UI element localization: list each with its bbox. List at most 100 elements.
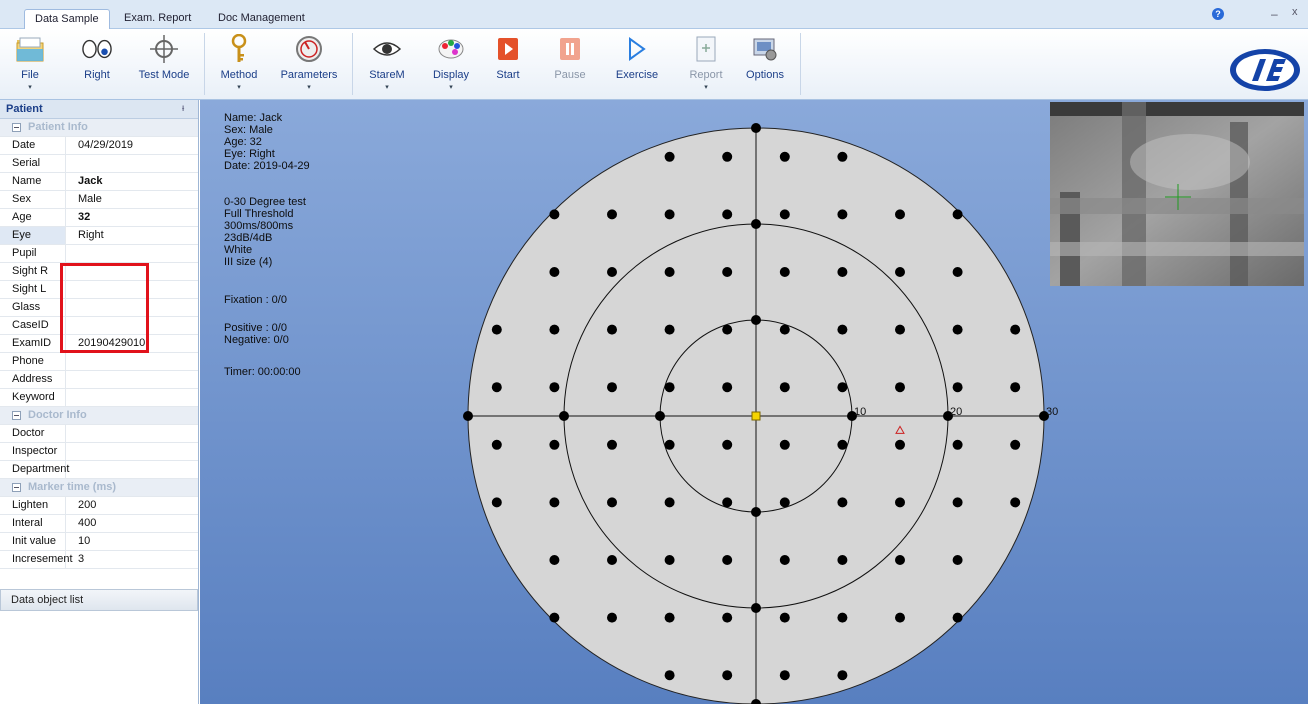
- test-point: [722, 439, 733, 450]
- test-point: [1010, 382, 1021, 393]
- palette-icon: [436, 34, 466, 64]
- row-incresement[interactable]: Incresement 3: [0, 551, 198, 569]
- tab-exam-report[interactable]: Exam. Report: [114, 9, 201, 28]
- test-point: [895, 439, 905, 450]
- test-point: [607, 382, 617, 393]
- category-marker-time[interactable]: Marker time (ms): [0, 479, 198, 497]
- collapse-icon[interactable]: [12, 483, 21, 492]
- row-age[interactable]: Age 32: [0, 209, 198, 227]
- test-point: [722, 497, 733, 508]
- row-lighten[interactable]: Lighten 200: [0, 497, 198, 515]
- starem-button[interactable]: StareM ▾: [362, 29, 412, 99]
- axis-point: [655, 411, 665, 421]
- folder-icon: [15, 34, 45, 64]
- pin-icon[interactable]: ᵻ: [182, 103, 184, 114]
- tab-doc-management[interactable]: Doc Management: [208, 9, 315, 28]
- row-pupil[interactable]: Pupil: [0, 245, 198, 263]
- test-point: [722, 612, 733, 623]
- eyes-icon: [82, 34, 112, 64]
- pause-button[interactable]: Pause: [548, 29, 592, 99]
- right-eye-button[interactable]: Right: [74, 29, 120, 99]
- test-point: [779, 151, 790, 162]
- highlight-box: [60, 263, 149, 353]
- test-point: [549, 382, 560, 393]
- eye-camera-view: [1050, 102, 1304, 286]
- test-mode-button[interactable]: Test Mode: [134, 29, 194, 99]
- axis-point: [751, 603, 761, 613]
- test-point: [895, 209, 905, 220]
- test-point: [722, 267, 733, 277]
- test-point: [837, 267, 848, 277]
- row-inspector[interactable]: Inspector: [0, 443, 198, 461]
- row-date[interactable]: Date 04/29/2019: [0, 137, 198, 155]
- chevron-down-icon: ▾: [449, 84, 453, 91]
- row-eye[interactable]: Eye Right: [0, 227, 198, 245]
- collapse-icon[interactable]: [12, 123, 21, 132]
- test-point: [549, 324, 560, 335]
- test-point: [779, 209, 790, 220]
- collapse-icon[interactable]: [12, 411, 21, 420]
- row-interal[interactable]: Interal 400: [0, 515, 198, 533]
- test-point: [779, 670, 790, 681]
- test-point: [895, 382, 905, 393]
- row-name[interactable]: Name Jack: [0, 173, 198, 191]
- test-point: [664, 497, 675, 508]
- start-button[interactable]: Start: [490, 29, 526, 99]
- row-address[interactable]: Address: [0, 371, 198, 389]
- test-point: [1010, 324, 1021, 335]
- test-point: [549, 439, 560, 450]
- file-button[interactable]: File ▾: [10, 29, 50, 99]
- test-point: [779, 267, 790, 277]
- test-point: [491, 439, 502, 450]
- test-point: [837, 151, 848, 162]
- test-point: [664, 670, 675, 681]
- test-point: [664, 151, 675, 162]
- settings-icon: [750, 34, 780, 64]
- test-point: [607, 267, 617, 277]
- method-button[interactable]: Method ▾: [214, 29, 264, 99]
- test-point: [607, 439, 617, 450]
- report-button[interactable]: Report ▾: [682, 29, 730, 99]
- test-point: [1010, 497, 1021, 508]
- test-point: [722, 670, 733, 681]
- test-point: [895, 555, 905, 565]
- test-point: [607, 555, 617, 565]
- test-point: [664, 382, 675, 393]
- category-doctor-info[interactable]: Doctor Info: [0, 407, 198, 425]
- test-point: [722, 151, 733, 162]
- test-point: [779, 439, 790, 450]
- test-point: [837, 497, 848, 508]
- close-button[interactable]: x: [1292, 6, 1298, 18]
- row-department[interactable]: Department: [0, 461, 198, 479]
- data-object-list-button[interactable]: Data object list: [0, 589, 198, 611]
- chevron-down-icon: ▾: [237, 84, 241, 91]
- row-doctor[interactable]: Doctor: [0, 425, 198, 443]
- row-keyword[interactable]: Keyword: [0, 389, 198, 407]
- minimize-button[interactable]: –: [1271, 7, 1278, 21]
- test-point: [607, 497, 617, 508]
- test-point: [895, 267, 905, 277]
- axis-point: [751, 219, 761, 229]
- exercise-button[interactable]: Exercise: [612, 29, 662, 99]
- test-point: [837, 324, 848, 335]
- help-icon[interactable]: ?: [1212, 8, 1224, 20]
- test-point: [491, 497, 502, 508]
- eye-icon: [372, 34, 402, 64]
- row-serial[interactable]: Serial: [0, 155, 198, 173]
- chevron-down-icon: ▾: [385, 84, 389, 91]
- test-point: [549, 555, 560, 565]
- options-button[interactable]: Options: [740, 29, 790, 99]
- row-init-value[interactable]: Init value 10: [0, 533, 198, 551]
- chevron-down-icon: ▾: [28, 84, 32, 91]
- display-button[interactable]: Display ▾: [426, 29, 476, 99]
- test-point: [952, 612, 963, 623]
- row-sex[interactable]: Sex Male: [0, 191, 198, 209]
- test-point: [607, 209, 617, 220]
- test-point: [895, 497, 905, 508]
- document-icon: [691, 34, 721, 64]
- parameters-button[interactable]: Parameters ▾: [274, 29, 344, 99]
- row-phone[interactable]: Phone: [0, 353, 198, 371]
- ribbon-separator: [352, 33, 353, 95]
- tab-data-sample[interactable]: Data Sample: [24, 9, 110, 29]
- category-patient-info[interactable]: Patient Info: [0, 119, 198, 137]
